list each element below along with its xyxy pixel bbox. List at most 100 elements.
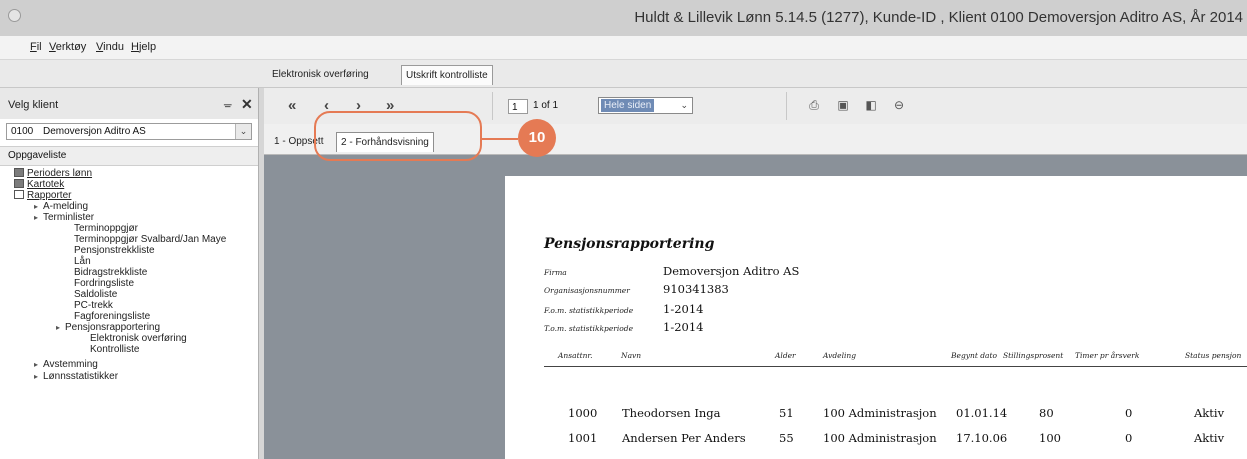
tab-print-control-list[interactable]: Utskrift kontrolliste xyxy=(401,65,493,85)
page-count: 1 of 1 xyxy=(533,100,559,111)
expand-arrow-icon[interactable]: ▸ xyxy=(34,212,43,223)
column-header-begynt-dato: Begynt dato xyxy=(951,351,998,360)
tree-item-label: Terminlister xyxy=(43,212,95,223)
client-panel-header: Velg klient ᚚ ✕ xyxy=(0,88,258,119)
column-header-stillingsprosent: Stillingsprosent xyxy=(1003,351,1064,360)
column-header-avdeling: Avdeling xyxy=(823,351,857,360)
tree-item-pc-trekk[interactable]: PC-trekk xyxy=(74,300,113,311)
meta-label-tom: T.o.m. statistikkperiode xyxy=(544,324,634,333)
cell-avdeling: 100 Administrasjon xyxy=(823,431,937,445)
module-tab-strip: Elektronisk overføring Utskrift kontroll… xyxy=(0,60,1247,88)
tree-item-pensjonstrekkliste[interactable]: Pensjonstrekkliste xyxy=(74,245,155,256)
export-icon[interactable]: ◧ xyxy=(864,99,878,112)
menu-window-rest: indu xyxy=(103,41,124,53)
menu-file[interactable]: Fil xyxy=(30,41,42,53)
tree-item-kartotek[interactable]: Kartotek xyxy=(14,179,64,190)
zoom-icon[interactable]: ⊖ xyxy=(892,99,906,112)
print-icon[interactable]: ⎙ xyxy=(807,99,821,112)
menu-file-accel: F xyxy=(30,41,37,53)
tree-item-kontrolliste[interactable]: Kontrolliste xyxy=(90,344,139,355)
tree-item-perioders-lonn[interactable]: Perioders lønn xyxy=(14,168,92,179)
cell-stillingsprosent: 80 xyxy=(1039,406,1054,420)
tree-item-terminlister[interactable]: ▸ Terminlister xyxy=(34,212,94,223)
meta-value-tom: 1-2014 xyxy=(663,320,704,334)
menu-help[interactable]: Hjelp xyxy=(131,41,156,53)
cell-navn: Andersen Per Anders xyxy=(622,431,746,445)
client-panel: Velg klient ᚚ ✕ 0100 Demoversjon Aditro … xyxy=(0,88,259,459)
tree-item-a-melding[interactable]: ▸ A-melding xyxy=(34,201,88,212)
menu-tools[interactable]: Verktøy xyxy=(49,41,86,53)
column-header-alder: Alder xyxy=(775,351,796,360)
meta-label-firma: Firma xyxy=(544,268,567,277)
menu-file-rest: il xyxy=(36,41,42,53)
task-list-label: Oppgaveliste xyxy=(8,150,67,161)
tree-item-elektronisk-overforing[interactable]: Elektronisk overføring xyxy=(90,333,187,344)
cell-status-pensjon: Aktiv xyxy=(1194,431,1225,445)
tree-item-terminoppgjor[interactable]: Terminoppgjør xyxy=(74,223,138,234)
client-code: 0100 xyxy=(11,126,34,137)
zoom-select[interactable]: Hele siden ⌄ xyxy=(598,97,693,114)
tree-item-label: Pensjonsrapportering xyxy=(65,322,161,333)
tree-item-pensjonsrapportering[interactable]: ▸ Pensjonsrapportering xyxy=(56,322,160,333)
tree-item-lonnsstatistikker[interactable]: ▸ Lønnsstatistikker xyxy=(34,371,118,382)
header-divider xyxy=(544,366,1247,367)
expand-arrow-icon[interactable]: ▸ xyxy=(34,201,43,212)
expand-arrow-icon[interactable]: ▸ xyxy=(56,322,65,333)
cell-stillingsprosent: 100 xyxy=(1039,431,1061,445)
cell-begynt-dato: 17.10.06 xyxy=(956,431,1008,445)
toolbar-separator xyxy=(492,92,493,120)
first-page-button[interactable]: « xyxy=(288,97,296,114)
window-title: Huldt & Lillevik Lønn 5.14.5 (1277), Kun… xyxy=(634,9,1243,26)
client-panel-title: Velg klient xyxy=(8,99,59,111)
column-header-timer: Timer pr årsverk xyxy=(1075,351,1140,360)
chevron-down-icon[interactable]: ⌄ xyxy=(235,124,251,139)
column-header-ansattnr: Ansattnr. xyxy=(558,351,593,360)
expand-arrow-icon[interactable]: ▸ xyxy=(34,359,43,370)
toolbar-separator xyxy=(786,92,787,120)
tree-item-rapporter[interactable]: Rapporter xyxy=(14,190,71,201)
cell-ansattnr: 1001 xyxy=(568,431,598,445)
cell-ansattnr: 1000 xyxy=(568,406,598,420)
cell-navn: Theodorsen Inga xyxy=(622,406,721,420)
page-setup-icon[interactable]: ▣ xyxy=(836,99,850,112)
page-number-input[interactable]: 1 xyxy=(508,99,528,114)
callout-badge: 10 xyxy=(518,119,556,157)
column-header-status-pensjon: Status pensjon xyxy=(1185,351,1242,360)
chevron-down-icon[interactable]: ⌄ xyxy=(680,100,688,111)
tree-item-label: Kartotek xyxy=(27,179,65,190)
pin-icon[interactable]: ᚚ xyxy=(224,98,232,111)
tree-item-label: Avstemming xyxy=(43,359,98,370)
cell-status-pensjon: Aktiv xyxy=(1194,406,1225,420)
cell-begynt-dato: 01.01.14 xyxy=(956,406,1008,420)
task-list-header: Oppgaveliste xyxy=(0,146,258,166)
tree-item-fordringsliste[interactable]: Fordringsliste xyxy=(74,278,134,289)
tree-item-terminoppgjor-svalbard[interactable]: Terminoppgjør Svalbard/Jan Maye xyxy=(74,234,226,245)
tree-item-fagforeningsliste[interactable]: Fagforeningsliste xyxy=(74,311,150,322)
app-icon xyxy=(8,9,21,22)
meta-label-fom: F.o.m. statistikkperiode xyxy=(544,306,634,315)
menu-help-accel: H xyxy=(131,41,139,53)
client-name: Demoversjon Aditro AS xyxy=(43,126,146,137)
tree-item-label: Perioders lønn xyxy=(27,168,93,179)
meta-value-firma: Demoversjon Aditro AS xyxy=(663,264,800,278)
close-icon[interactable]: ✕ xyxy=(241,96,253,113)
client-select[interactable]: 0100 Demoversjon Aditro AS ⌄ xyxy=(6,123,252,140)
cell-avdeling: 100 Administrasjon xyxy=(823,406,937,420)
tree-item-bidragstrekkliste[interactable]: Bidragstrekkliste xyxy=(74,267,147,278)
menu-window[interactable]: Vindu xyxy=(96,41,124,53)
expand-arrow-icon[interactable]: ▸ xyxy=(34,371,43,382)
menu-tools-rest: erktøy xyxy=(55,41,87,53)
tree-item-lan[interactable]: Lån xyxy=(74,256,91,267)
callout-highlight xyxy=(314,111,482,161)
column-header-navn: Navn xyxy=(621,351,642,360)
tab-electronic-transfer[interactable]: Elektronisk overføring xyxy=(268,65,373,85)
tree-item-avstemming[interactable]: ▸ Avstemming xyxy=(34,359,98,370)
cell-alder: 51 xyxy=(779,406,794,420)
cell-alder: 55 xyxy=(779,431,794,445)
meta-value-fom: 1-2014 xyxy=(663,302,704,316)
tree-item-label: A-melding xyxy=(43,201,89,212)
menu-bar: Fil Verktøy Vindu Hjelp xyxy=(0,36,1247,60)
meta-value-orgnr: 910341383 xyxy=(663,282,729,296)
zoom-value: Hele siden xyxy=(601,99,655,112)
tree-item-saldoliste[interactable]: Saldoliste xyxy=(74,289,117,300)
